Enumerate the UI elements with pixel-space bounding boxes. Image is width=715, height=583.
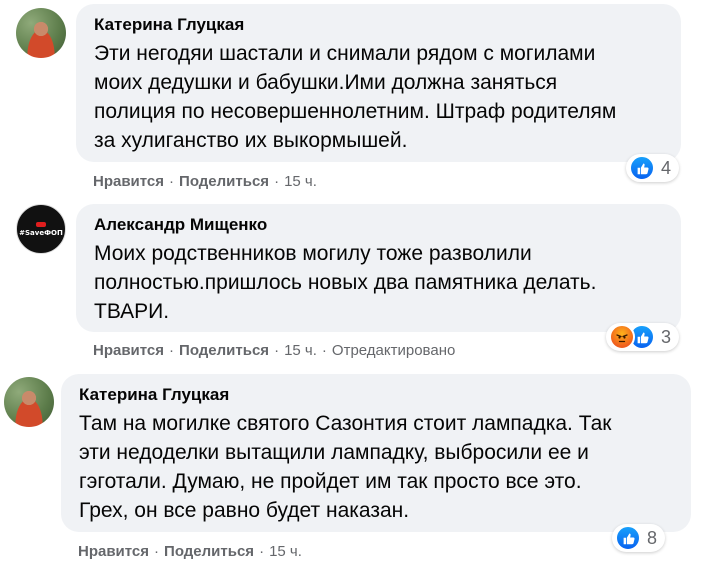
separator: · xyxy=(274,173,280,190)
comment-author[interactable]: Катерина Глуцкая xyxy=(79,384,677,406)
comment-bubble: Александр Мищенко Моих родственников мог… xyxy=(76,204,681,332)
comment-text: Моих родственников могилу тоже разволили… xyxy=(94,239,667,326)
angry-reaction-icon xyxy=(609,324,635,350)
comment-line: ТВАРИ. xyxy=(94,300,170,323)
like-reaction-icon xyxy=(615,525,641,551)
timestamp[interactable]: 15 ч. xyxy=(269,543,302,560)
reaction-summary[interactable]: 8 xyxy=(612,524,666,552)
share-button[interactable]: Поделиться xyxy=(164,543,254,560)
avatar-logo-text: #SaveФОП xyxy=(19,228,63,237)
separator: · xyxy=(169,342,175,359)
comment-line: полиция по несовершеннолетним. Штраф род… xyxy=(94,100,617,123)
reaction-count: 3 xyxy=(661,326,672,347)
separator: · xyxy=(154,543,160,560)
comment-text: Там на могилке святого Сазонтия стоит ла… xyxy=(79,409,677,525)
comment-line: гэготали. Думаю, не пройдет им так прост… xyxy=(79,470,582,493)
edited-label[interactable]: Отредактировано xyxy=(332,342,455,359)
comment-actions: Нравится · Поделиться · 15 ч. · Отредактирован… xyxy=(93,341,455,361)
reaction-count: 8 xyxy=(647,527,658,548)
avatar[interactable] xyxy=(4,377,54,427)
like-button[interactable]: Нравится xyxy=(93,342,164,359)
comment-line: Моих родственников могилу тоже разволили xyxy=(94,242,532,265)
separator: · xyxy=(321,342,327,359)
comment-line: Там на могилке святого Сазонтия стоит ла… xyxy=(79,412,612,435)
comment-actions: Нравится · Поделиться · 15 ч. xyxy=(93,172,317,192)
reaction-summary[interactable]: 3 xyxy=(606,323,680,351)
comment-text: Эти негодяи шастали и снимали рядом с мо… xyxy=(94,39,667,155)
logo-badge xyxy=(36,221,46,227)
share-button[interactable]: Поделиться xyxy=(179,342,269,359)
timestamp[interactable]: 15 ч. xyxy=(284,173,317,190)
avatar[interactable]: #SaveФОП xyxy=(16,204,66,254)
comment-author[interactable]: Катерина Глуцкая xyxy=(94,14,667,36)
like-reaction-icon xyxy=(629,155,655,181)
separator: · xyxy=(259,543,265,560)
like-button[interactable]: Нравится xyxy=(78,543,149,560)
comment-actions: Нравится · Поделиться · 15 ч. xyxy=(78,542,302,562)
comment-line: моих дедушки и бабушки.Ими должна занять… xyxy=(94,71,558,94)
comment-bubble: Катерина Глуцкая Эти негодяи шастали и с… xyxy=(76,4,681,162)
reaction-summary[interactable]: 4 xyxy=(626,154,680,182)
comment-line: Эти негодяи шастали и снимали рядом с мо… xyxy=(94,42,596,65)
like-button[interactable]: Нравится xyxy=(93,173,164,190)
separator: · xyxy=(274,342,280,359)
comment-line: за хулиганство их выкормышей. xyxy=(94,129,408,152)
comment-line: Грех, он все равно будет наказан. xyxy=(79,499,410,522)
avatar[interactable] xyxy=(16,8,66,58)
comment-line: эти недоделки вытащили лампадку, выброси… xyxy=(79,441,589,464)
comment-line: полностью.пришлось новых два памятника д… xyxy=(94,271,597,294)
share-button[interactable]: Поделиться xyxy=(179,173,269,190)
comment-author[interactable]: Александр Мищенко xyxy=(94,214,667,236)
timestamp[interactable]: 15 ч. xyxy=(284,342,317,359)
separator: · xyxy=(169,173,175,190)
comment-bubble: Катерина Глуцкая Там на могилке святого … xyxy=(61,374,691,532)
reaction-count: 4 xyxy=(661,157,672,178)
